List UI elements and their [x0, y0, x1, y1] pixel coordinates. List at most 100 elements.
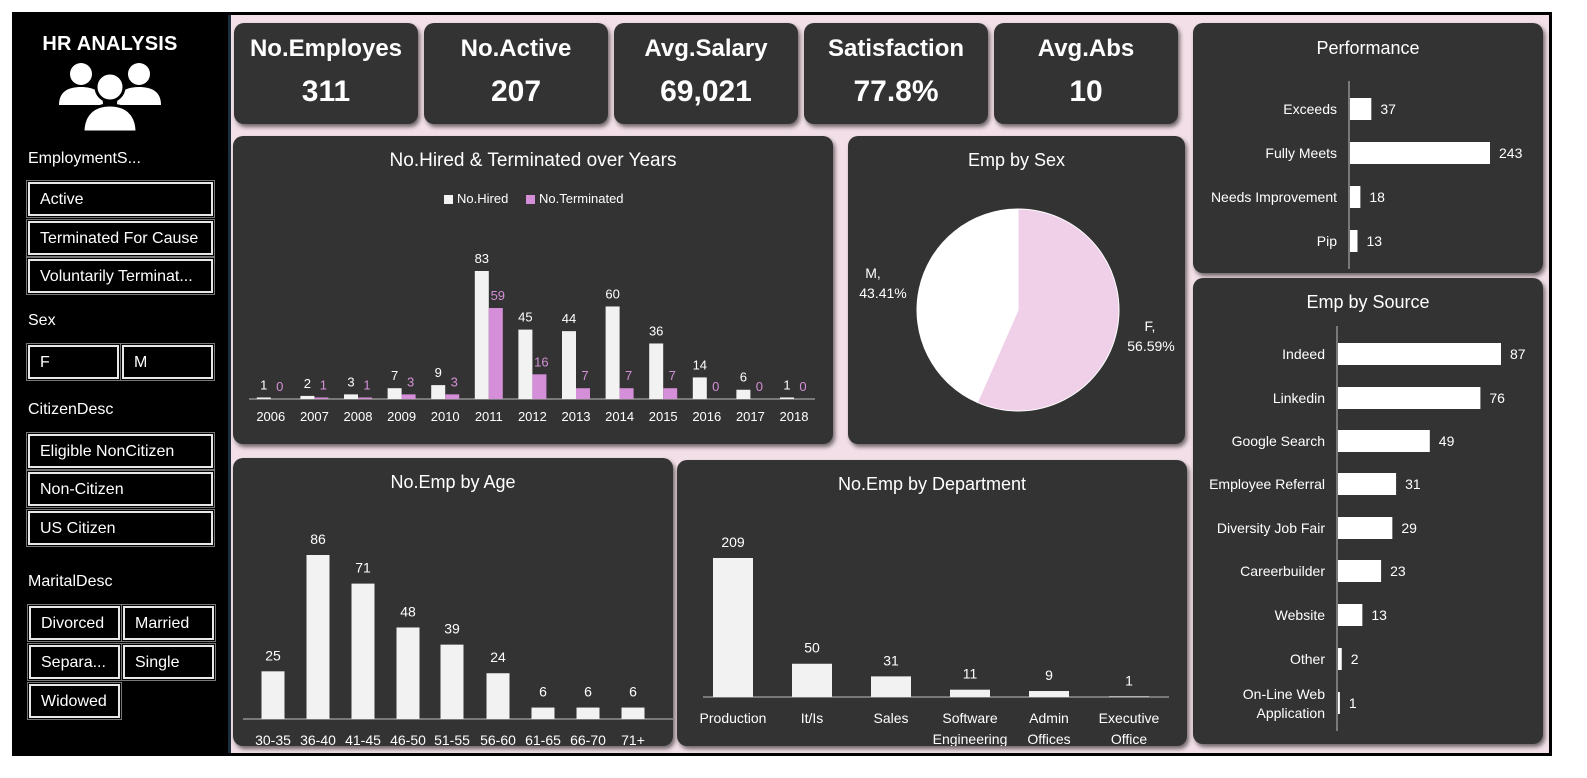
y-tick-label: On-Line Web Application: [1243, 686, 1325, 721]
kpi-label: No.Employes: [249, 35, 403, 62]
legend-label-hired: No.Hired: [457, 191, 508, 206]
bar: [306, 555, 330, 719]
data-label: 87: [1510, 346, 1526, 362]
x-tick-label: 56-60: [480, 732, 516, 746]
hired-terminated-chart: No.Hired No.Terminated 1 020062 120073 1200…: [249, 191, 815, 424]
data-label-hired: 6: [740, 370, 747, 385]
slicer-item-active[interactable]: Active: [26, 180, 215, 218]
bar-hired: [474, 271, 489, 399]
x-tick-label: Production: [700, 710, 767, 726]
data-label-terminated: 1: [363, 377, 370, 392]
bar-hired: [256, 397, 271, 399]
data-label-hired: 1: [783, 377, 790, 392]
data-label-terminated: 0: [712, 379, 719, 394]
bar-terminated: [314, 397, 329, 399]
data-label: 9: [1045, 667, 1053, 683]
slicer-item-f[interactable]: F: [26, 343, 121, 381]
x-tick-label: 66-70: [570, 732, 606, 746]
bar: [1338, 692, 1340, 714]
bar: [1338, 648, 1342, 670]
chart-card-emp-by-department: No.Emp by Department 209 Production 50 It/I…: [677, 460, 1187, 746]
data-label: 29: [1401, 520, 1417, 536]
bar-terminated: [401, 394, 416, 399]
slicer-item-married[interactable]: Married: [121, 604, 216, 642]
pie-label-m: M,: [865, 265, 881, 281]
x-tick-label: 61-65: [525, 732, 561, 746]
bar-terminated: [619, 388, 634, 399]
slicer-item-voluntarily-terminated[interactable]: Voluntarily Terminat...: [26, 257, 215, 295]
data-label: 6: [629, 684, 637, 700]
kpi-card-employees: No.Employes 311: [234, 23, 418, 124]
chart-card-emp-by-age: No.Emp by Age 25 30-35 86 36-40 71 41-45 48 46-…: [233, 458, 673, 746]
x-tick-label: 71+: [621, 732, 645, 746]
data-label: 86: [310, 531, 326, 547]
emp-by-sex-chart: M, 43.41% F, 56.59%: [859, 208, 1175, 412]
slicer-item-divorced[interactable]: Divorced: [27, 604, 122, 642]
x-tick-label: 2009: [387, 409, 416, 424]
data-label: 71: [355, 560, 371, 576]
slicer-item-eligible-noncitizen[interactable]: Eligible NonCitizen: [26, 432, 215, 470]
bar-terminated: [358, 397, 372, 399]
data-label-hired: 3: [347, 374, 354, 389]
legend-swatch-hired: [444, 195, 453, 204]
slicer-item-single[interactable]: Single: [121, 643, 216, 681]
bar: [792, 663, 832, 697]
bar: [1350, 142, 1490, 164]
slicer-item-separated[interactable]: Separa...: [27, 643, 122, 681]
data-label: 49: [1439, 433, 1455, 449]
x-tick-label: 2013: [562, 409, 591, 424]
bar: [1338, 517, 1393, 539]
slicer-item-m[interactable]: M: [120, 343, 215, 381]
slicer-item-non-citizen[interactable]: Non-Citizen: [26, 470, 215, 508]
data-label: 243: [1499, 145, 1523, 161]
slicer-title-sex: Sex: [28, 312, 56, 329]
data-label: 76: [1489, 390, 1505, 406]
x-tick-label: 2014: [605, 409, 634, 424]
y-tick-label: Exceeds: [1283, 101, 1337, 117]
bar: [1338, 387, 1481, 409]
data-label: 209: [721, 534, 745, 550]
bar: [396, 627, 420, 719]
chart-card-hired-terminated: No.Hired & Terminated over Years No.Hire…: [233, 136, 833, 444]
bar: [1029, 691, 1069, 697]
emp-by-department-chart: 209 Production 50 It/Is 31 Sales 11 Software Eng…: [700, 534, 1169, 746]
data-label-terminated: 7: [625, 368, 632, 383]
emp-by-age-chart: 25 30-35 86 36-40 71 41-45 48 46-50 39 51-55 24 56-…: [243, 531, 673, 746]
kpi-value: 207: [490, 75, 542, 108]
x-tick-label: 46-50: [390, 732, 426, 746]
y-tick-label: Careerbuilder: [1240, 563, 1325, 579]
data-label: 25: [265, 647, 281, 663]
data-label-hired: 83: [475, 251, 489, 266]
bar-hired: [344, 394, 358, 399]
y-tick-label: Linkedin: [1273, 390, 1325, 406]
x-tick-label: 2012: [518, 409, 547, 424]
slicer-item-us-citizen[interactable]: US Citizen: [26, 509, 215, 547]
x-tick-label: 2011: [475, 409, 503, 424]
kpi-card-avg-abs: Avg.Abs 10: [994, 23, 1178, 124]
kpi-card-satisfaction: Satisfaction 77.8%: [804, 23, 988, 124]
bar: [871, 676, 911, 697]
data-label-terminated: 16: [534, 354, 548, 369]
bar: [351, 583, 375, 719]
kpi-label: Satisfaction: [827, 35, 965, 62]
y-tick-label: Google Search: [1232, 433, 1325, 449]
dashboard-title: HR ANALYSIS: [42, 33, 178, 55]
data-label: 13: [1366, 233, 1382, 249]
data-label-hired: 2: [304, 376, 311, 391]
y-tick-label: Indeed: [1282, 346, 1325, 362]
slicer-item-terminated-for-cause[interactable]: Terminated For Cause: [26, 219, 215, 257]
data-label: 6: [584, 684, 592, 700]
bar-terminated: [532, 374, 547, 399]
bar-hired: [780, 397, 794, 399]
bar-terminated: [663, 388, 678, 399]
bar-hired: [562, 331, 576, 399]
bar: [713, 558, 753, 697]
data-label-terminated: 0: [756, 379, 763, 394]
bar-terminated: [576, 388, 590, 399]
x-tick-label: 41-45: [345, 732, 381, 746]
slicer-item-widowed[interactable]: Widowed: [27, 682, 122, 720]
slicer-title-marital: MaritalDesc: [28, 573, 113, 590]
data-label: 24: [490, 649, 506, 665]
data-label-hired: 1: [260, 377, 267, 392]
y-tick-label: Diversity Job Fair: [1217, 520, 1325, 536]
